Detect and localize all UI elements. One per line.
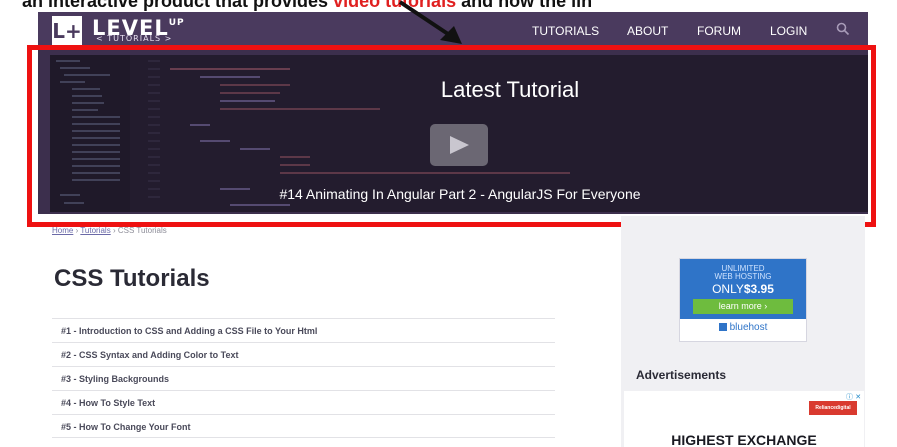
caption-part: an interactive product that provides <box>22 0 334 11</box>
hosting-ad-price: ONLY$3.95 <box>680 282 806 296</box>
tutorial-link[interactable]: #3 - Styling Backgrounds <box>52 366 555 390</box>
video-title[interactable]: #14 Animating In Angular Part 2 - Angula… <box>210 186 710 202</box>
ads-heading: Advertisements <box>636 368 727 382</box>
hosting-ad-line2: WEB HOSTING <box>714 272 772 281</box>
logo-mark[interactable]: L+ <box>52 16 82 46</box>
hosting-ad[interactable]: UNLIMITED WEB HOSTING ONLY$3.95 learn mo… <box>679 258 807 342</box>
nav-login[interactable]: LOGIN <box>770 24 807 38</box>
breadcrumb-separator: › <box>75 226 79 235</box>
play-icon <box>450 136 469 154</box>
hosting-ad-price-value: $3.95 <box>743 282 774 296</box>
nav-forum[interactable]: FORUM <box>697 24 741 38</box>
learn-more-button[interactable]: learn more › <box>693 299 793 314</box>
page-title: CSS Tutorials <box>54 265 210 292</box>
hosting-ad-banner: UNLIMITED WEB HOSTING ONLY$3.95 learn mo… <box>680 259 806 319</box>
hosting-ad-price-prefix: ONLY <box>712 282 744 296</box>
breadcrumb-current: CSS Tutorials <box>117 226 167 235</box>
tutorial-link[interactable]: #1 - Introduction to CSS and Adding a CS… <box>52 318 555 342</box>
hero-video[interactable]: Latest Tutorial #14 Animating In Angular… <box>50 55 868 212</box>
search-icon[interactable] <box>836 22 850 36</box>
logo-subtitle: < TUTORIALS > <box>96 34 173 43</box>
tutorial-link[interactable]: #5 - How To Change Your Font <box>52 414 555 438</box>
breadcrumb-tutorials[interactable]: Tutorials <box>80 226 110 235</box>
tutorial-list: #1 - Introduction to CSS and Adding a CS… <box>52 318 555 438</box>
tutorial-link[interactable]: #2 - CSS Syntax and Adding Color to Text <box>52 342 555 366</box>
reliance-digital-logo: Reliancedigital <box>809 401 857 415</box>
play-button[interactable] <box>430 124 488 166</box>
logo-superscript: UP <box>168 18 185 28</box>
hosting-ad-brand: bluehost <box>680 322 806 333</box>
arrow-annotation <box>398 0 462 44</box>
exchange-ad[interactable]: ⓘ ✕ Reliancedigital HIGHEST EXCHANGE <box>624 391 864 447</box>
breadcrumb-home[interactable]: Home <box>52 226 73 235</box>
exchange-ad-text: HIGHEST EXCHANGE <box>671 432 817 447</box>
logo-text[interactable]: LEVELUP <box>92 12 185 39</box>
nav-about[interactable]: ABOUT <box>627 24 668 38</box>
tutorial-link[interactable]: #4 - How To Style Text <box>52 390 555 414</box>
hosting-ad-brand-name: bluehost <box>729 322 768 333</box>
bluehost-grid-icon <box>718 323 727 331</box>
breadcrumb: Home › Tutorials › CSS Tutorials <box>52 226 167 235</box>
hero-title: Latest Tutorial <box>440 77 580 102</box>
nav-tutorials[interactable]: TUTORIALS <box>532 24 599 38</box>
breadcrumb-separator: › <box>112 226 116 235</box>
